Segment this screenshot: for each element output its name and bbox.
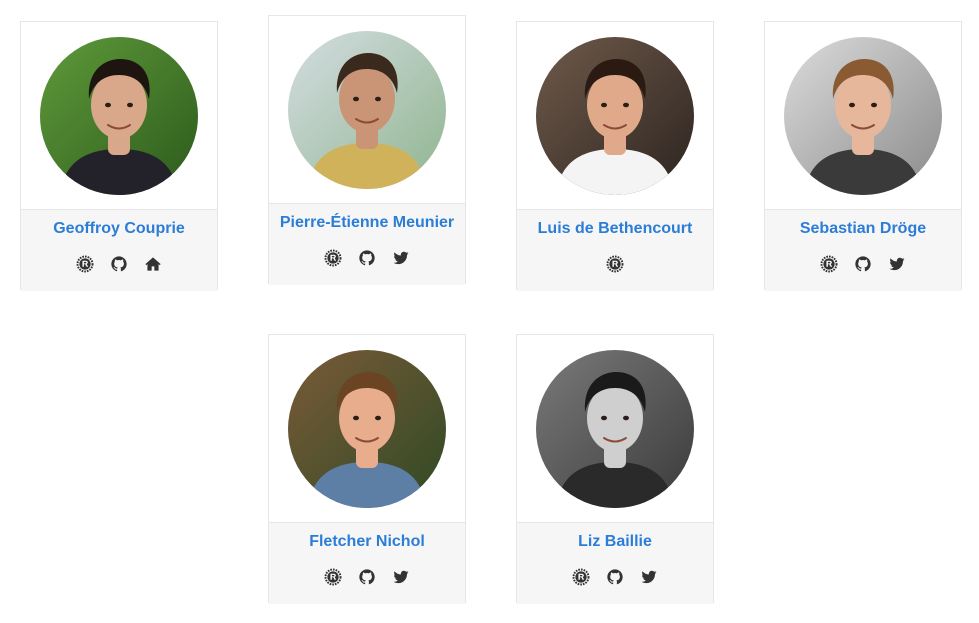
github-icon[interactable] (606, 568, 624, 586)
team-card: Liz Baillie (516, 334, 714, 604)
portrait-photo (536, 349, 694, 508)
member-links (76, 255, 162, 273)
avatar (536, 36, 694, 195)
rust-icon[interactable] (324, 568, 342, 586)
rust-icon[interactable] (76, 255, 94, 273)
github-icon[interactable] (854, 255, 872, 273)
github-icon[interactable] (110, 255, 128, 273)
avatar (784, 36, 942, 195)
member-links (606, 255, 624, 273)
twitter-icon[interactable] (392, 249, 410, 267)
member-links (572, 568, 658, 586)
portrait-photo (288, 30, 446, 189)
rust-icon[interactable] (820, 255, 838, 273)
member-name-link[interactable]: Sebastian Dröge (800, 220, 926, 238)
twitter-icon[interactable] (392, 568, 410, 586)
member-name-link[interactable]: Pierre-Étienne Meunier (280, 214, 454, 232)
member-links (820, 255, 906, 273)
team-card: Luis de Bethencourt (516, 21, 714, 291)
portrait-photo (288, 349, 446, 508)
github-icon[interactable] (358, 249, 376, 267)
member-name-link[interactable]: Fletcher Nichol (309, 533, 425, 551)
member-links (324, 568, 410, 586)
avatar (288, 30, 446, 189)
portrait-photo (536, 36, 694, 195)
team-card: Pierre-Étienne Meunier (268, 15, 466, 285)
twitter-icon[interactable] (640, 568, 658, 586)
avatar (288, 349, 446, 508)
avatar (40, 36, 198, 195)
home-icon[interactable] (144, 255, 162, 273)
member-name-link[interactable]: Liz Baillie (578, 533, 652, 551)
rust-icon[interactable] (324, 249, 342, 267)
twitter-icon[interactable] (888, 255, 906, 273)
github-icon[interactable] (358, 568, 376, 586)
rust-icon[interactable] (572, 568, 590, 586)
team-card: Fletcher Nichol (268, 334, 466, 604)
member-links (324, 249, 410, 267)
portrait-photo (784, 36, 942, 195)
avatar (536, 349, 694, 508)
rust-icon[interactable] (606, 255, 624, 273)
member-name-link[interactable]: Luis de Bethencourt (538, 220, 693, 238)
member-name-link[interactable]: Geoffroy Couprie (53, 220, 185, 238)
team-card: Geoffroy Couprie (20, 21, 218, 291)
portrait-photo (40, 36, 198, 195)
team-card: Sebastian Dröge (764, 21, 962, 291)
